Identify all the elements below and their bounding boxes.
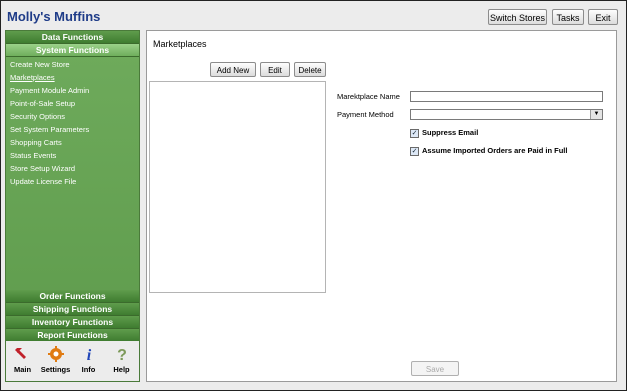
settings-button[interactable]: Settings [39, 345, 72, 374]
suppress-email-label: Suppress Email [422, 128, 479, 137]
settings-label: Settings [40, 365, 71, 374]
content-panel: Marketplaces Add New Edit Delete Marektp… [146, 30, 617, 382]
tasks-button[interactable]: Tasks [552, 9, 584, 25]
info-icon: i [86, 347, 91, 363]
marketplace-name-label: Marektplace Name [337, 92, 400, 101]
delete-button[interactable]: Delete [294, 62, 326, 77]
marketplaces-list[interactable] [149, 81, 326, 293]
payment-method-select[interactable]: ▼ [410, 109, 603, 120]
marketplace-name-input[interactable] [410, 91, 603, 102]
suppress-email-checkbox[interactable]: ✓ [410, 129, 419, 138]
help-icon: ? [117, 347, 127, 363]
inventory-functions-header[interactable]: Inventory Functions [6, 316, 139, 329]
payment-method-label: Payment Method [337, 110, 394, 119]
sidebar-item-create-new-store[interactable]: Create New Store [10, 59, 70, 71]
assume-paid-checkbox[interactable]: ✓ [410, 147, 419, 156]
switch-stores-button[interactable]: Switch Stores [488, 9, 547, 25]
edit-button[interactable]: Edit [260, 62, 290, 77]
save-button[interactable]: Save [411, 361, 459, 376]
main-icon [14, 348, 26, 359]
sidebar-item-marketplaces[interactable]: Marketplaces [10, 72, 55, 84]
svg-text:i: i [86, 347, 91, 363]
sidebar-item-store-setup-wizard[interactable]: Store Setup Wizard [10, 163, 75, 175]
page-title: Marketplaces [153, 39, 207, 49]
chevron-down-icon: ▼ [590, 110, 602, 119]
gear-icon [47, 346, 64, 362]
main-button[interactable]: Main [6, 345, 39, 374]
sidebar-item-update-license-file[interactable]: Update License File [10, 176, 76, 188]
data-functions-header[interactable]: Data Functions [6, 31, 139, 44]
bottom-nav: Main Settings i Info ? Help [6, 341, 139, 381]
sidebar-item-payment-module-admin[interactable]: Payment Module Admin [10, 85, 89, 97]
svg-text:?: ? [117, 347, 127, 363]
sidebar-item-shopping-carts[interactable]: Shopping Carts [10, 137, 62, 149]
sidebar-item-point-of-sale-setup[interactable]: Point-of-Sale Setup [10, 98, 75, 110]
sidebar-item-status-events[interactable]: Status Events [10, 150, 56, 162]
assume-paid-label: Assume Imported Orders are Paid in Full [422, 146, 568, 155]
main-label: Main [13, 365, 32, 374]
sidebar: Data Functions System Functions Create N… [5, 30, 140, 382]
help-label: Help [113, 365, 130, 374]
app-title: Molly's Muffins [7, 9, 101, 24]
add-new-button[interactable]: Add New [210, 62, 256, 77]
exit-button[interactable]: Exit [588, 9, 618, 25]
help-button[interactable]: ? Help [105, 345, 138, 374]
sidebar-item-set-system-parameters[interactable]: Set System Parameters [10, 124, 89, 136]
system-functions-header[interactable]: System Functions [6, 44, 139, 57]
info-label: Info [81, 365, 96, 374]
shipping-functions-header[interactable]: Shipping Functions [6, 303, 139, 316]
info-button[interactable]: i Info [72, 345, 105, 374]
sidebar-item-security-options[interactable]: Security Options [10, 111, 65, 123]
app-window: Molly's Muffins Switch Stores Tasks Exit… [0, 0, 627, 391]
order-functions-header[interactable]: Order Functions [6, 290, 139, 303]
